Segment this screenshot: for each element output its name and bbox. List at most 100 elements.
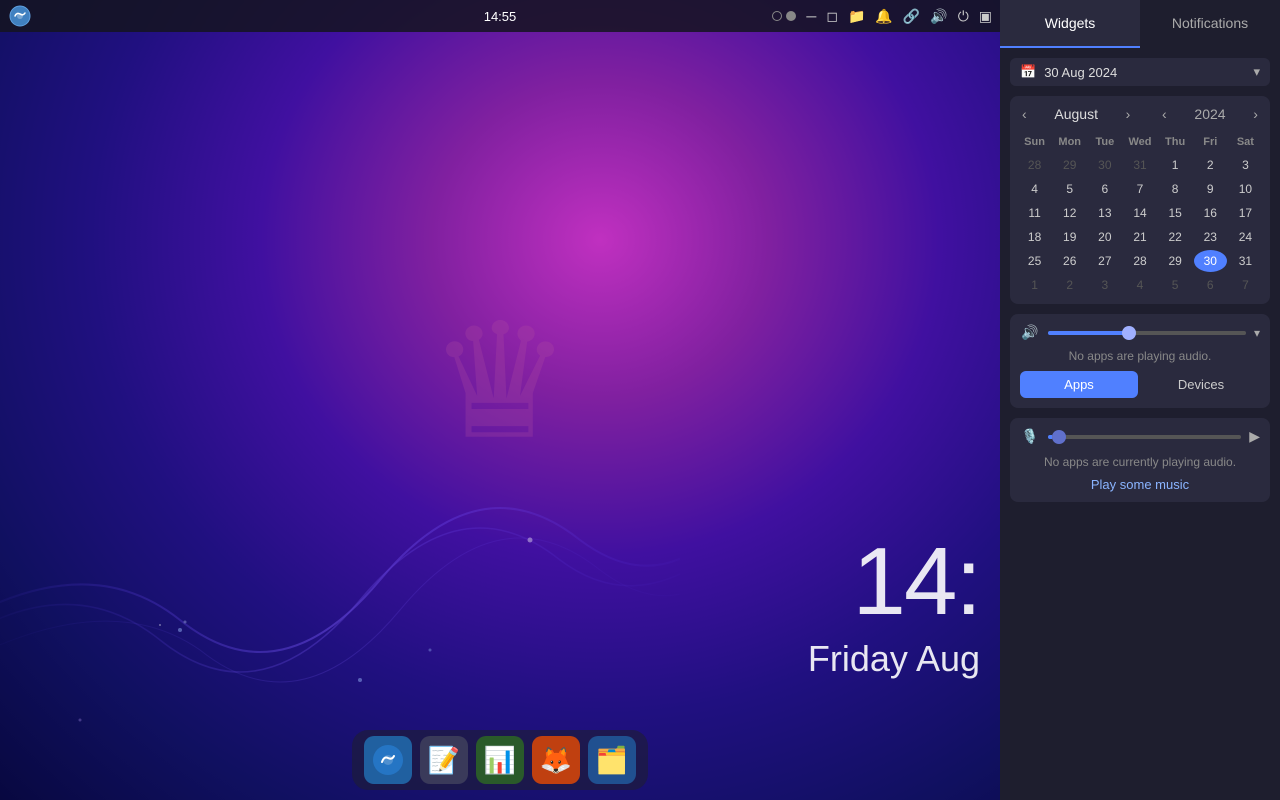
volume-section: 🔊 ▾ No apps are playing audio. Apps Devi… — [1010, 314, 1270, 408]
cal-day[interactable]: 5 — [1053, 178, 1086, 200]
tab-widgets[interactable]: Widgets — [1000, 0, 1140, 48]
panel-tabs: Widgets Notifications — [1000, 0, 1280, 48]
dock-sheets[interactable]: 📊 — [476, 736, 524, 784]
cal-day[interactable]: 10 — [1229, 178, 1262, 200]
dock-text-editor[interactable]: 📝 — [420, 736, 468, 784]
cal-day[interactable]: 9 — [1194, 178, 1227, 200]
volume-slider[interactable] — [1048, 331, 1246, 335]
cal-day[interactable]: 30 — [1088, 154, 1121, 176]
clock-date: Friday Aug — [808, 638, 980, 680]
cal-day[interactable]: 28 — [1018, 154, 1051, 176]
cal-day[interactable]: 26 — [1053, 250, 1086, 272]
mic-section: 🎙️ ▶ No apps are currently playing audio… — [1010, 418, 1270, 502]
cal-day[interactable]: 27 — [1088, 250, 1121, 272]
day-header-mon: Mon — [1053, 132, 1086, 152]
cal-day[interactable]: 22 — [1159, 226, 1192, 248]
cal-day[interactable]: 31 — [1123, 154, 1156, 176]
tab-notifications[interactable]: Notifications — [1140, 0, 1280, 48]
cal-day[interactable]: 29 — [1159, 250, 1192, 272]
minimize-icon[interactable]: ─ — [806, 8, 816, 24]
taskbar-time: 14:55 — [484, 9, 517, 24]
cal-day[interactable]: 13 — [1088, 202, 1121, 224]
calendar-icon: 📅 — [1020, 64, 1036, 80]
speaker-icon: 🔊 — [1020, 324, 1040, 341]
cal-day[interactable]: 2 — [1053, 274, 1086, 296]
cal-day[interactable]: 12 — [1053, 202, 1086, 224]
taskbar: 14:55 ─ ◻ 📁 🔔 🔗 🔊 ⏻ ▣ — [0, 0, 1000, 32]
year-prev-button[interactable]: ‹ — [1158, 104, 1171, 124]
cal-day[interactable]: 4 — [1018, 178, 1051, 200]
cal-day[interactable]: 4 — [1123, 274, 1156, 296]
dock: 📝 📊 🦊 🗂️ — [352, 730, 648, 790]
dock-steambird[interactable] — [364, 736, 412, 784]
date-text: 30 Aug 2024 — [1044, 65, 1253, 80]
power-icon[interactable]: ⏻ — [958, 8, 969, 25]
window-icon[interactable]: ◻ — [826, 8, 838, 25]
cal-day[interactable]: 14 — [1123, 202, 1156, 224]
cal-day[interactable]: 20 — [1088, 226, 1121, 248]
cal-day[interactable]: 7 — [1229, 274, 1262, 296]
cal-day[interactable]: 17 — [1229, 202, 1262, 224]
bell-icon[interactable]: 🔔 — [875, 8, 892, 25]
calendar-header: ‹ August › ‹ 2024 › — [1018, 104, 1262, 124]
taskbar-logo[interactable] — [8, 4, 32, 28]
calendar: ‹ August › ‹ 2024 › Sun Mon Tue Wed Thu … — [1010, 96, 1270, 304]
cal-day[interactable]: 11 — [1018, 202, 1051, 224]
cal-day[interactable]: 24 — [1229, 226, 1262, 248]
taskbar-icons: ─ ◻ 📁 🔔 🔗 🔊 ⏻ ▣ — [772, 8, 992, 25]
cal-day[interactable]: 6 — [1088, 178, 1121, 200]
month-prev-button[interactable]: ‹ — [1018, 104, 1031, 124]
date-selector[interactable]: 📅 30 Aug 2024 ▾ — [1010, 58, 1270, 86]
cal-day[interactable]: 6 — [1194, 274, 1227, 296]
month-next-button[interactable]: › — [1122, 104, 1135, 124]
mic-slider[interactable] — [1048, 435, 1241, 439]
cal-day[interactable]: 1 — [1159, 154, 1192, 176]
folder-icon[interactable]: 📁 — [848, 8, 865, 25]
calendar-year: 2024 — [1194, 106, 1225, 122]
panel-content: 📅 30 Aug 2024 ▾ ‹ August › ‹ 2024 › Sun … — [1000, 48, 1280, 800]
link-icon[interactable]: 🔗 — [903, 8, 920, 25]
cal-day[interactable]: 2 — [1194, 154, 1227, 176]
desktop: ♛ 14: Friday Aug 14:55 ─ ◻ 📁 🔔 — [0, 0, 1000, 800]
screen-icon[interactable]: ▣ — [979, 8, 992, 25]
calendar-grid: Sun Mon Tue Wed Thu Fri Sat 28 29 30 31 … — [1018, 132, 1262, 296]
date-chevron-icon: ▾ — [1253, 64, 1260, 80]
cal-day[interactable]: 3 — [1088, 274, 1121, 296]
year-next-button[interactable]: › — [1249, 104, 1262, 124]
volume-dropdown-icon[interactable]: ▾ — [1254, 326, 1260, 340]
cal-day[interactable]: 7 — [1123, 178, 1156, 200]
day-header-fri: Fri — [1194, 132, 1227, 152]
no-audio-text: No apps are playing audio. — [1020, 349, 1260, 363]
dock-files[interactable]: 🗂️ — [588, 736, 636, 784]
cal-day[interactable]: 28 — [1123, 250, 1156, 272]
mic-row: 🎙️ ▶ — [1020, 428, 1260, 445]
cal-day[interactable]: 5 — [1159, 274, 1192, 296]
calendar-month-year: August — [1054, 106, 1098, 122]
audio-tabs: Apps Devices — [1020, 371, 1260, 398]
day-header-thu: Thu — [1159, 132, 1192, 152]
devices-tab[interactable]: Devices — [1142, 371, 1260, 398]
cal-day[interactable]: 3 — [1229, 154, 1262, 176]
cal-day[interactable]: 23 — [1194, 226, 1227, 248]
cal-day[interactable]: 25 — [1018, 250, 1051, 272]
wave-decoration — [0, 340, 680, 740]
play-music-link[interactable]: Play some music — [1020, 477, 1260, 492]
calendar-month: August — [1054, 106, 1098, 122]
cal-day[interactable]: 19 — [1053, 226, 1086, 248]
cal-day-today[interactable]: 30 — [1194, 250, 1227, 272]
cal-day[interactable]: 31 — [1229, 250, 1262, 272]
cal-day[interactable]: 18 — [1018, 226, 1051, 248]
microphone-icon: 🎙️ — [1020, 428, 1040, 445]
dock-firefox[interactable]: 🦊 — [532, 736, 580, 784]
volume-icon[interactable]: 🔊 — [930, 8, 947, 25]
cal-day[interactable]: 1 — [1018, 274, 1051, 296]
cal-day[interactable]: 8 — [1159, 178, 1192, 200]
cal-day[interactable]: 29 — [1053, 154, 1086, 176]
mic-play-icon[interactable]: ▶ — [1249, 428, 1260, 445]
apps-tab[interactable]: Apps — [1020, 371, 1138, 398]
cal-day[interactable]: 15 — [1159, 202, 1192, 224]
crown-watermark: ♛ — [428, 288, 571, 475]
dot-empty — [772, 11, 782, 21]
cal-day[interactable]: 16 — [1194, 202, 1227, 224]
cal-day[interactable]: 21 — [1123, 226, 1156, 248]
